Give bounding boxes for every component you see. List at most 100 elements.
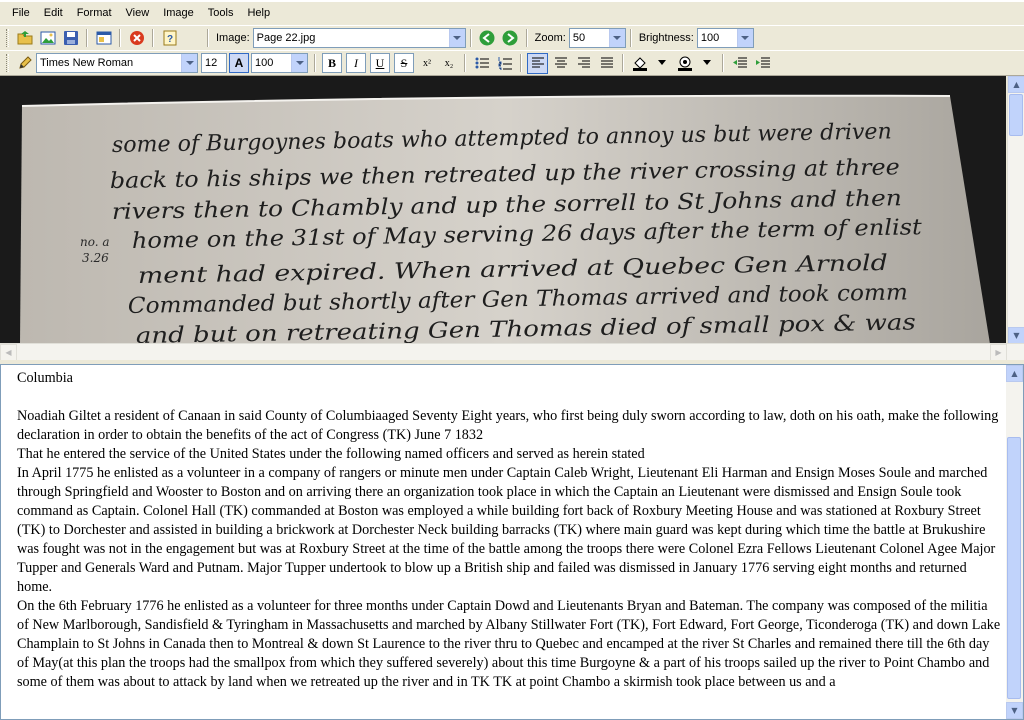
scroll-left-button[interactable]: ◀ bbox=[0, 344, 17, 361]
superscript-button[interactable]: x² bbox=[417, 53, 437, 73]
scroll-thumb[interactable] bbox=[1009, 94, 1023, 136]
image-select-value: Page 22.jpg bbox=[256, 32, 316, 44]
window-icon bbox=[96, 31, 111, 45]
indent-button[interactable] bbox=[752, 53, 773, 74]
bold-label: B bbox=[327, 55, 336, 70]
scroll-right-button[interactable]: ▶ bbox=[990, 344, 1007, 361]
toolbar-separator bbox=[314, 54, 316, 72]
toolbar-separator bbox=[152, 29, 154, 47]
toolbar-separator bbox=[469, 29, 472, 47]
toolbar-separator bbox=[629, 29, 632, 47]
align-right-button[interactable] bbox=[573, 53, 594, 74]
underline-label: U bbox=[375, 55, 385, 70]
font-color-button[interactable] bbox=[674, 53, 695, 74]
scroll-down-button[interactable]: ▼ bbox=[1006, 702, 1023, 719]
document-paragraph: Noadiah Giltet a resident of Canaan in s… bbox=[17, 408, 999, 443]
menu-edit[interactable]: Edit bbox=[44, 7, 63, 19]
scroll-down-button[interactable]: ▼ bbox=[1008, 327, 1024, 344]
editor-vertical-scrollbar[interactable]: ▲ ▼ bbox=[1006, 365, 1023, 719]
image-select[interactable]: Page 22.jpg bbox=[252, 28, 466, 48]
subscript-label: x₂ bbox=[444, 57, 454, 69]
subscript-button[interactable]: x₂ bbox=[439, 53, 459, 73]
document-heading: Columbia bbox=[17, 370, 73, 386]
chevron-down-icon[interactable] bbox=[608, 29, 625, 47]
font-family-select[interactable]: Times New Roman bbox=[36, 53, 198, 73]
save-button[interactable] bbox=[60, 28, 81, 49]
open-folder-icon bbox=[17, 31, 32, 45]
toolbar-separator bbox=[722, 54, 724, 72]
scroll-up-button[interactable]: ▲ bbox=[1006, 365, 1023, 382]
image-viewer: some of Burgoynes boats who attempted to… bbox=[0, 76, 1024, 361]
menu-help[interactable]: Help bbox=[247, 7, 270, 19]
chevron-down-icon[interactable] bbox=[736, 29, 753, 47]
arrow-right-icon bbox=[502, 30, 518, 46]
format-toolbar: Times New Roman 12 A 100 B I U S x² x₂ bbox=[0, 50, 1024, 76]
transcription-editor[interactable]: Columbia Noadiah Giltet a resident of Ca… bbox=[0, 364, 1024, 720]
font-size-toggle-button[interactable]: A bbox=[229, 53, 249, 73]
arrow-left-icon bbox=[479, 30, 495, 46]
paint-bucket-icon bbox=[632, 57, 647, 71]
font-size-value: 12 bbox=[205, 57, 218, 69]
image-button[interactable] bbox=[37, 28, 58, 49]
help-button[interactable]: ? bbox=[159, 28, 180, 49]
chevron-down-icon bbox=[658, 60, 666, 65]
text-zoom-value: 100 bbox=[255, 57, 274, 69]
menu-view[interactable]: View bbox=[126, 7, 150, 19]
zoom-select[interactable]: 50 bbox=[568, 28, 626, 48]
strikethrough-button[interactable]: S bbox=[394, 53, 414, 73]
scroll-thumb[interactable] bbox=[1007, 437, 1021, 699]
svg-text:?: ? bbox=[166, 34, 172, 45]
underline-button[interactable]: U bbox=[370, 53, 390, 73]
brightness-select[interactable]: 100 bbox=[696, 28, 754, 48]
document-paragraph: In April 1775 he enlisted as a volunteer… bbox=[17, 465, 996, 595]
bullet-list-button[interactable] bbox=[471, 53, 492, 74]
bold-button[interactable]: B bbox=[322, 53, 342, 73]
toolbar-separator bbox=[525, 29, 528, 47]
scroll-up-button[interactable]: ▲ bbox=[1008, 76, 1024, 93]
menu-format[interactable]: Format bbox=[77, 7, 112, 19]
numbered-list-button[interactable] bbox=[494, 53, 515, 74]
close-button[interactable] bbox=[126, 28, 147, 49]
properties-button[interactable] bbox=[93, 28, 114, 49]
outdent-button[interactable] bbox=[729, 53, 750, 74]
font-button[interactable] bbox=[14, 53, 35, 74]
toolbar-grip[interactable] bbox=[6, 29, 9, 47]
menu-tools[interactable]: Tools bbox=[208, 7, 234, 19]
indent-icon bbox=[755, 57, 770, 68]
previous-image-button[interactable] bbox=[477, 28, 498, 49]
menu-file[interactable]: File bbox=[12, 7, 30, 19]
image-horizontal-scrollbar[interactable]: ◀ ▶ bbox=[0, 343, 1024, 361]
font-size-input[interactable]: 12 bbox=[201, 53, 227, 73]
chevron-down-icon[interactable] bbox=[181, 54, 197, 72]
chevron-down-icon[interactable] bbox=[291, 54, 307, 72]
toolbar-separator bbox=[622, 54, 624, 72]
document-paragraph: On the 6th February 1776 he enlisted as … bbox=[17, 598, 1001, 690]
font-color-icon bbox=[677, 56, 692, 71]
italic-button[interactable]: I bbox=[346, 53, 366, 73]
text-zoom-select[interactable]: 100 bbox=[251, 53, 308, 73]
highlight-color-button[interactable] bbox=[629, 53, 650, 74]
toolbar-separator bbox=[464, 54, 466, 72]
toolbar-separator bbox=[520, 54, 522, 72]
document-paragraph: That he entered the service of the Unite… bbox=[17, 446, 645, 462]
align-center-icon bbox=[554, 57, 567, 68]
justify-button[interactable] bbox=[596, 53, 617, 74]
transcription-text[interactable]: Columbia Noadiah Giltet a resident of Ca… bbox=[17, 369, 1001, 692]
font-color-dropdown[interactable] bbox=[697, 53, 717, 73]
font-family-value: Times New Roman bbox=[40, 57, 134, 69]
align-left-button[interactable] bbox=[527, 52, 548, 74]
toolbar-grip[interactable] bbox=[6, 54, 9, 72]
highlight-dropdown[interactable] bbox=[652, 53, 672, 73]
menu-image[interactable]: Image bbox=[163, 7, 194, 19]
next-image-button[interactable] bbox=[500, 28, 521, 49]
bullet-list-icon bbox=[475, 57, 489, 69]
manuscript-image[interactable]: some of Burgoynes boats who attempted to… bbox=[0, 76, 1006, 344]
image-vertical-scrollbar[interactable]: ▲ ▼ bbox=[1007, 76, 1024, 344]
numbered-list-icon bbox=[498, 57, 512, 70]
open-button[interactable] bbox=[14, 28, 35, 49]
chevron-down-icon[interactable] bbox=[448, 29, 465, 47]
align-center-button[interactable] bbox=[550, 53, 571, 74]
align-right-icon bbox=[577, 57, 590, 68]
chevron-down-icon bbox=[703, 60, 711, 65]
menu-bar: File Edit Format View Image Tools Help bbox=[0, 0, 1024, 24]
